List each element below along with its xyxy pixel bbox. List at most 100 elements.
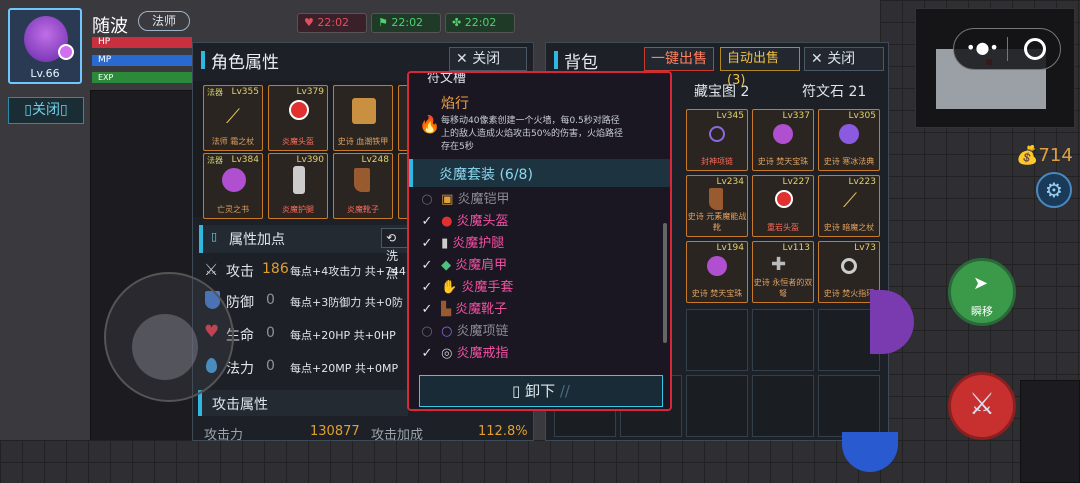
bag-empty-slot[interactable] (818, 375, 880, 437)
player-avatar[interactable]: Lv.66 (8, 8, 82, 84)
tab-treasure-map[interactable]: 藏宝图 2 (694, 81, 749, 101)
attack-button[interactable]: ⚔ (948, 372, 1016, 440)
unload-button[interactable]: ▯ 卸下 // (419, 375, 663, 407)
money-bag-icon: 💰 (1016, 145, 1039, 166)
auto-sell-button[interactable]: 自动出售(3) (720, 47, 800, 88)
unowned-circle-icon: ○ (421, 324, 433, 339)
stat-row-defense: 防御 0 每点+3防御力 共+0防 (204, 287, 419, 317)
exp-bar: EXP (92, 72, 192, 83)
bag-empty-slot[interactable] (752, 309, 814, 371)
bag-item[interactable]: Lv234 史诗 元素魔能战靴 (686, 175, 748, 237)
equip-slot-helmet[interactable]: Lv379 炎魔头盔 (268, 85, 328, 151)
leg-icon: ▮ (441, 236, 449, 251)
orb-icon (707, 256, 727, 276)
tooltip-scrollbar[interactable] (663, 223, 667, 343)
equip-slot-armor[interactable]: 史诗 血潮铁甲 (333, 85, 393, 151)
buff-clover: ✤ 22:02 (445, 13, 515, 33)
check-icon: ✓ (421, 258, 433, 273)
unowned-circle-icon: ○ (421, 192, 433, 207)
boot-icon (354, 168, 370, 192)
attack-attr-title: 攻击属性 (212, 397, 268, 413)
equip-slot-boots[interactable]: Lv248 炎魔靴子 (333, 153, 393, 219)
sword-icon: ⚔ (204, 260, 219, 279)
more-icon[interactable]: •●• (966, 38, 999, 57)
buff-timer: 22:02 (464, 16, 497, 29)
bag-item[interactable]: Lv305 史诗 寒冰法典 (818, 109, 880, 171)
buff-timer: 22:02 (391, 16, 424, 29)
bag-item[interactable]: Lv337 史诗 焚天宝珠 (752, 109, 814, 171)
item-tooltip: 符文槽 焰行 🔥 每移动40像素创建一个火墙，每0.5秒对路径 上的敌人造成火焰… (407, 71, 672, 411)
necklace-icon: ○ (441, 324, 453, 339)
attack-bonus-value: 112.8% (478, 424, 528, 439)
settings-gear-icon[interactable]: ⚙ (1036, 172, 1072, 208)
set-item-necklace: ○ ○ 炎魔项链 (421, 321, 508, 343)
set-header: 炎魔套装 (6/8) (409, 159, 670, 187)
staff-icon: ⟋ (226, 104, 240, 128)
ring-icon: ◎ (441, 346, 453, 361)
set-item-boots: ✓ ▙ 炎魔靴子 (421, 299, 508, 321)
buff-run: ⚑ 22:02 (371, 13, 441, 33)
check-icon: ✓ (421, 280, 433, 295)
dash-button[interactable]: ➤ 瞬移 (948, 258, 1016, 326)
helmet-icon (289, 100, 309, 120)
close-target-icon[interactable] (1024, 38, 1046, 60)
attack-power-label: 攻击力 (204, 428, 244, 443)
title-accent (201, 51, 205, 69)
orb-icon (839, 124, 859, 144)
orb-icon (773, 124, 793, 144)
ring-icon (841, 258, 857, 274)
bag-panel-title: 背包 (564, 53, 598, 73)
helmet-icon: ● (441, 214, 453, 229)
equip-slot-offhand[interactable]: 法器 Lv384 亡灵之书 (203, 153, 263, 219)
set-item-helmet: ✓ ● 炎魔头盔 (421, 211, 509, 233)
fire-icon: 🔥 (419, 115, 441, 135)
bag-empty-slot[interactable] (686, 375, 748, 437)
attack-attr-header: 攻击属性 (198, 390, 408, 416)
tab-rune-stone[interactable]: 符文石 21 (802, 81, 866, 101)
attack-bonus-label: 攻击加成 (371, 428, 424, 443)
set-item-shoulder: ✓ ◆ 炎魔肩甲 (421, 255, 508, 277)
bag-item[interactable]: Lv223 ⟋ 史诗 暗魔之杖 (818, 175, 880, 237)
bag-empty-slot[interactable] (686, 309, 748, 371)
set-title: 炎魔套装 (6/8) (439, 167, 533, 183)
leg-icon (293, 166, 305, 194)
check-icon: ✓ (421, 236, 433, 251)
attr-bonus-title: 属性加点 (229, 232, 285, 248)
attack-power-value: 130877 (310, 424, 360, 439)
check-icon: ✓ (421, 346, 433, 361)
bag-item[interactable]: Lv113 ✚ 史诗 永恒者的双弩 (752, 241, 814, 303)
buff-timer: 22:02 (317, 16, 350, 29)
set-item-gloves: ✓ ✋ 炎魔手套 (421, 277, 514, 299)
buff-heart: ♥ 22:02 (297, 13, 367, 33)
skill-name: 焰行 (441, 96, 469, 112)
player-level: Lv.66 (30, 67, 60, 80)
staff-icon: ⟋ (843, 188, 857, 212)
equip-slot-weapon[interactable]: 法器 Lv355 ⟋ 法师 霜之杖 (203, 85, 263, 151)
character-close-button[interactable]: ✕ 关闭 (449, 47, 527, 71)
check-icon: ✓ (421, 302, 433, 317)
mp-bar: MP (92, 55, 192, 66)
bag-empty-slot[interactable] (752, 375, 814, 437)
equip-slot-legs[interactable]: Lv390 炎魔护腿 (268, 153, 328, 219)
hp-bar: HP (92, 37, 192, 48)
gold-counter: 💰714 (1016, 145, 1073, 166)
boot-icon: ▙ (441, 302, 452, 317)
crossbow-icon: ✚ (771, 254, 787, 275)
bag-close-button[interactable]: ✕ 关闭 (804, 47, 884, 71)
boot-icon (709, 188, 723, 210)
armor-icon (352, 98, 376, 124)
close-side-button[interactable]: ▯关闭▯ (8, 97, 84, 124)
bag-item[interactable]: Lv345 封神项链 (686, 109, 748, 171)
bag-item[interactable]: Lv227 重岩头盔 (752, 175, 814, 237)
stat-row-mana: 法力 0 每点+20MP 共+0MP (204, 353, 419, 383)
stat-row-attack: ⚔ 攻击 186 每点+4攻击力 共+744 (204, 260, 406, 280)
set-item-legs: ✓ ▮ 炎魔护腿 (421, 233, 505, 255)
helmet-icon (775, 190, 793, 208)
joystick-thumb[interactable] (132, 314, 198, 380)
skill-description: 每移动40像素创建一个火墙，每0.5秒对路径 上的敌人造成火焰攻击50%的伤害，… (441, 116, 624, 152)
orb-icon (222, 168, 246, 192)
player-name: 随波 (92, 16, 128, 37)
bag-item[interactable]: Lv194 史诗 焚天宝珠 (686, 241, 748, 303)
sell-one-button[interactable]: 一键出售 (644, 47, 714, 71)
wall-right (1020, 380, 1080, 483)
